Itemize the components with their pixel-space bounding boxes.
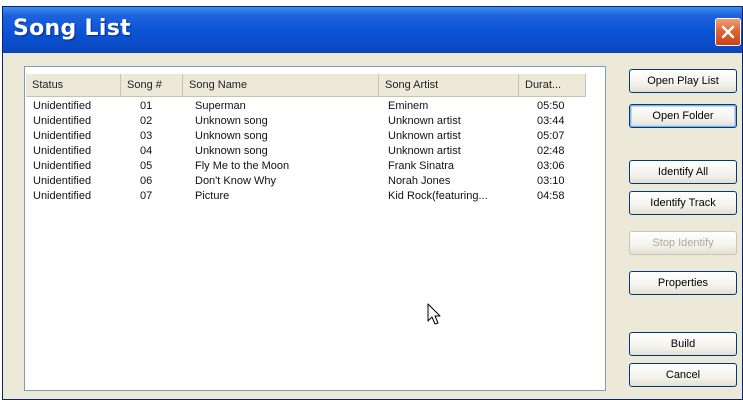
identify-track-button[interactable]: Identify Track	[629, 191, 737, 215]
close-icon	[721, 25, 735, 39]
cancel-button[interactable]: Cancel	[629, 363, 737, 387]
table-row[interactable]: Unidentified 02 Unknown song Unknown art…	[25, 114, 605, 129]
status-cell: Unidentified	[33, 160, 92, 172]
duration-cell: 05:07	[537, 130, 565, 142]
song-number-cell: 01	[140, 100, 153, 112]
duration-cell: 02:48	[537, 145, 565, 157]
song-artist-cell: Unknown artist	[388, 130, 461, 142]
song-name-cell: Unknown song	[195, 115, 268, 127]
song-list-view[interactable]: Status Song # Song Name Song Artist Dura…	[24, 66, 606, 391]
status-cell: Unidentified	[33, 115, 92, 127]
status-cell: Unidentified	[33, 100, 92, 112]
duration-cell: 03:44	[537, 115, 565, 127]
column-header-song-artist[interactable]: Song Artist	[379, 74, 519, 96]
duration-cell: 04:58	[537, 190, 565, 202]
song-name-cell: Don't Know Why	[195, 175, 276, 187]
table-row[interactable]: Unidentified 01 Superman Eminem 05:50	[25, 99, 605, 114]
song-artist-cell: Unknown artist	[388, 145, 461, 157]
stop-identify-button[interactable]: Stop Identify	[629, 231, 737, 255]
table-row[interactable]: Unidentified 05 Fly Me to the Moon Frank…	[25, 159, 605, 174]
status-cell: Unidentified	[33, 130, 92, 142]
song-artist-cell: Kid Rock(featuring...	[388, 190, 488, 202]
duration-cell: 03:10	[537, 175, 565, 187]
column-header-song-name[interactable]: Song Name	[183, 74, 379, 96]
song-name-cell: Unknown song	[195, 145, 268, 157]
song-number-cell: 07	[140, 190, 153, 202]
song-artist-cell: Eminem	[388, 100, 429, 112]
duration-cell: 03:06	[537, 160, 565, 172]
song-artist-cell: Unknown artist	[388, 115, 461, 127]
close-button[interactable]	[715, 18, 741, 46]
table-row[interactable]: Unidentified 04 Unknown song Unknown art…	[25, 144, 605, 159]
song-artist-cell: Norah Jones	[388, 175, 451, 187]
song-number-cell: 03	[140, 130, 153, 142]
song-number-cell: 06	[140, 175, 153, 187]
song-number-cell: 04	[140, 145, 153, 157]
song-name-cell: Picture	[195, 190, 230, 202]
song-artist-cell: Frank Sinatra	[388, 160, 455, 172]
table-row[interactable]: Unidentified 07 Picture Kid Rock(featuri…	[25, 189, 605, 204]
open-play-list-button[interactable]: Open Play List	[629, 69, 737, 93]
table-row[interactable]: Unidentified 06 Don't Know Why Norah Jon…	[25, 174, 605, 189]
properties-button[interactable]: Properties	[629, 271, 737, 295]
table-row[interactable]: Unidentified 03 Unknown song Unknown art…	[25, 129, 605, 144]
title-bar[interactable]: Song List	[3, 7, 742, 53]
status-cell: Unidentified	[33, 190, 92, 202]
column-header-duration[interactable]: Durat...	[519, 74, 586, 96]
status-cell: Unidentified	[33, 145, 92, 157]
window-title: Song List	[13, 16, 131, 41]
song-number-cell: 02	[140, 115, 153, 127]
song-name-cell: Unknown song	[195, 130, 268, 142]
build-button[interactable]: Build	[629, 332, 737, 356]
list-header: Status Song # Song Name Song Artist Dura…	[26, 74, 586, 97]
identify-all-button[interactable]: Identify All	[629, 160, 737, 184]
song-number-cell: 05	[140, 160, 153, 172]
duration-cell: 05:50	[537, 100, 565, 112]
song-rows: Unidentified 01 Superman Eminem 05:50 Un…	[25, 99, 605, 204]
song-name-cell: Superman	[195, 100, 246, 112]
status-cell: Unidentified	[33, 175, 92, 187]
song-name-cell: Fly Me to the Moon	[195, 160, 290, 172]
column-header-song-number[interactable]: Song #	[121, 74, 183, 96]
column-header-status[interactable]: Status	[26, 74, 121, 96]
song-list-dialog: Song List Status Song # Song Name Song A…	[2, 6, 743, 400]
mouse-pointer-icon	[427, 303, 443, 332]
open-folder-button[interactable]: Open Folder	[629, 104, 737, 128]
